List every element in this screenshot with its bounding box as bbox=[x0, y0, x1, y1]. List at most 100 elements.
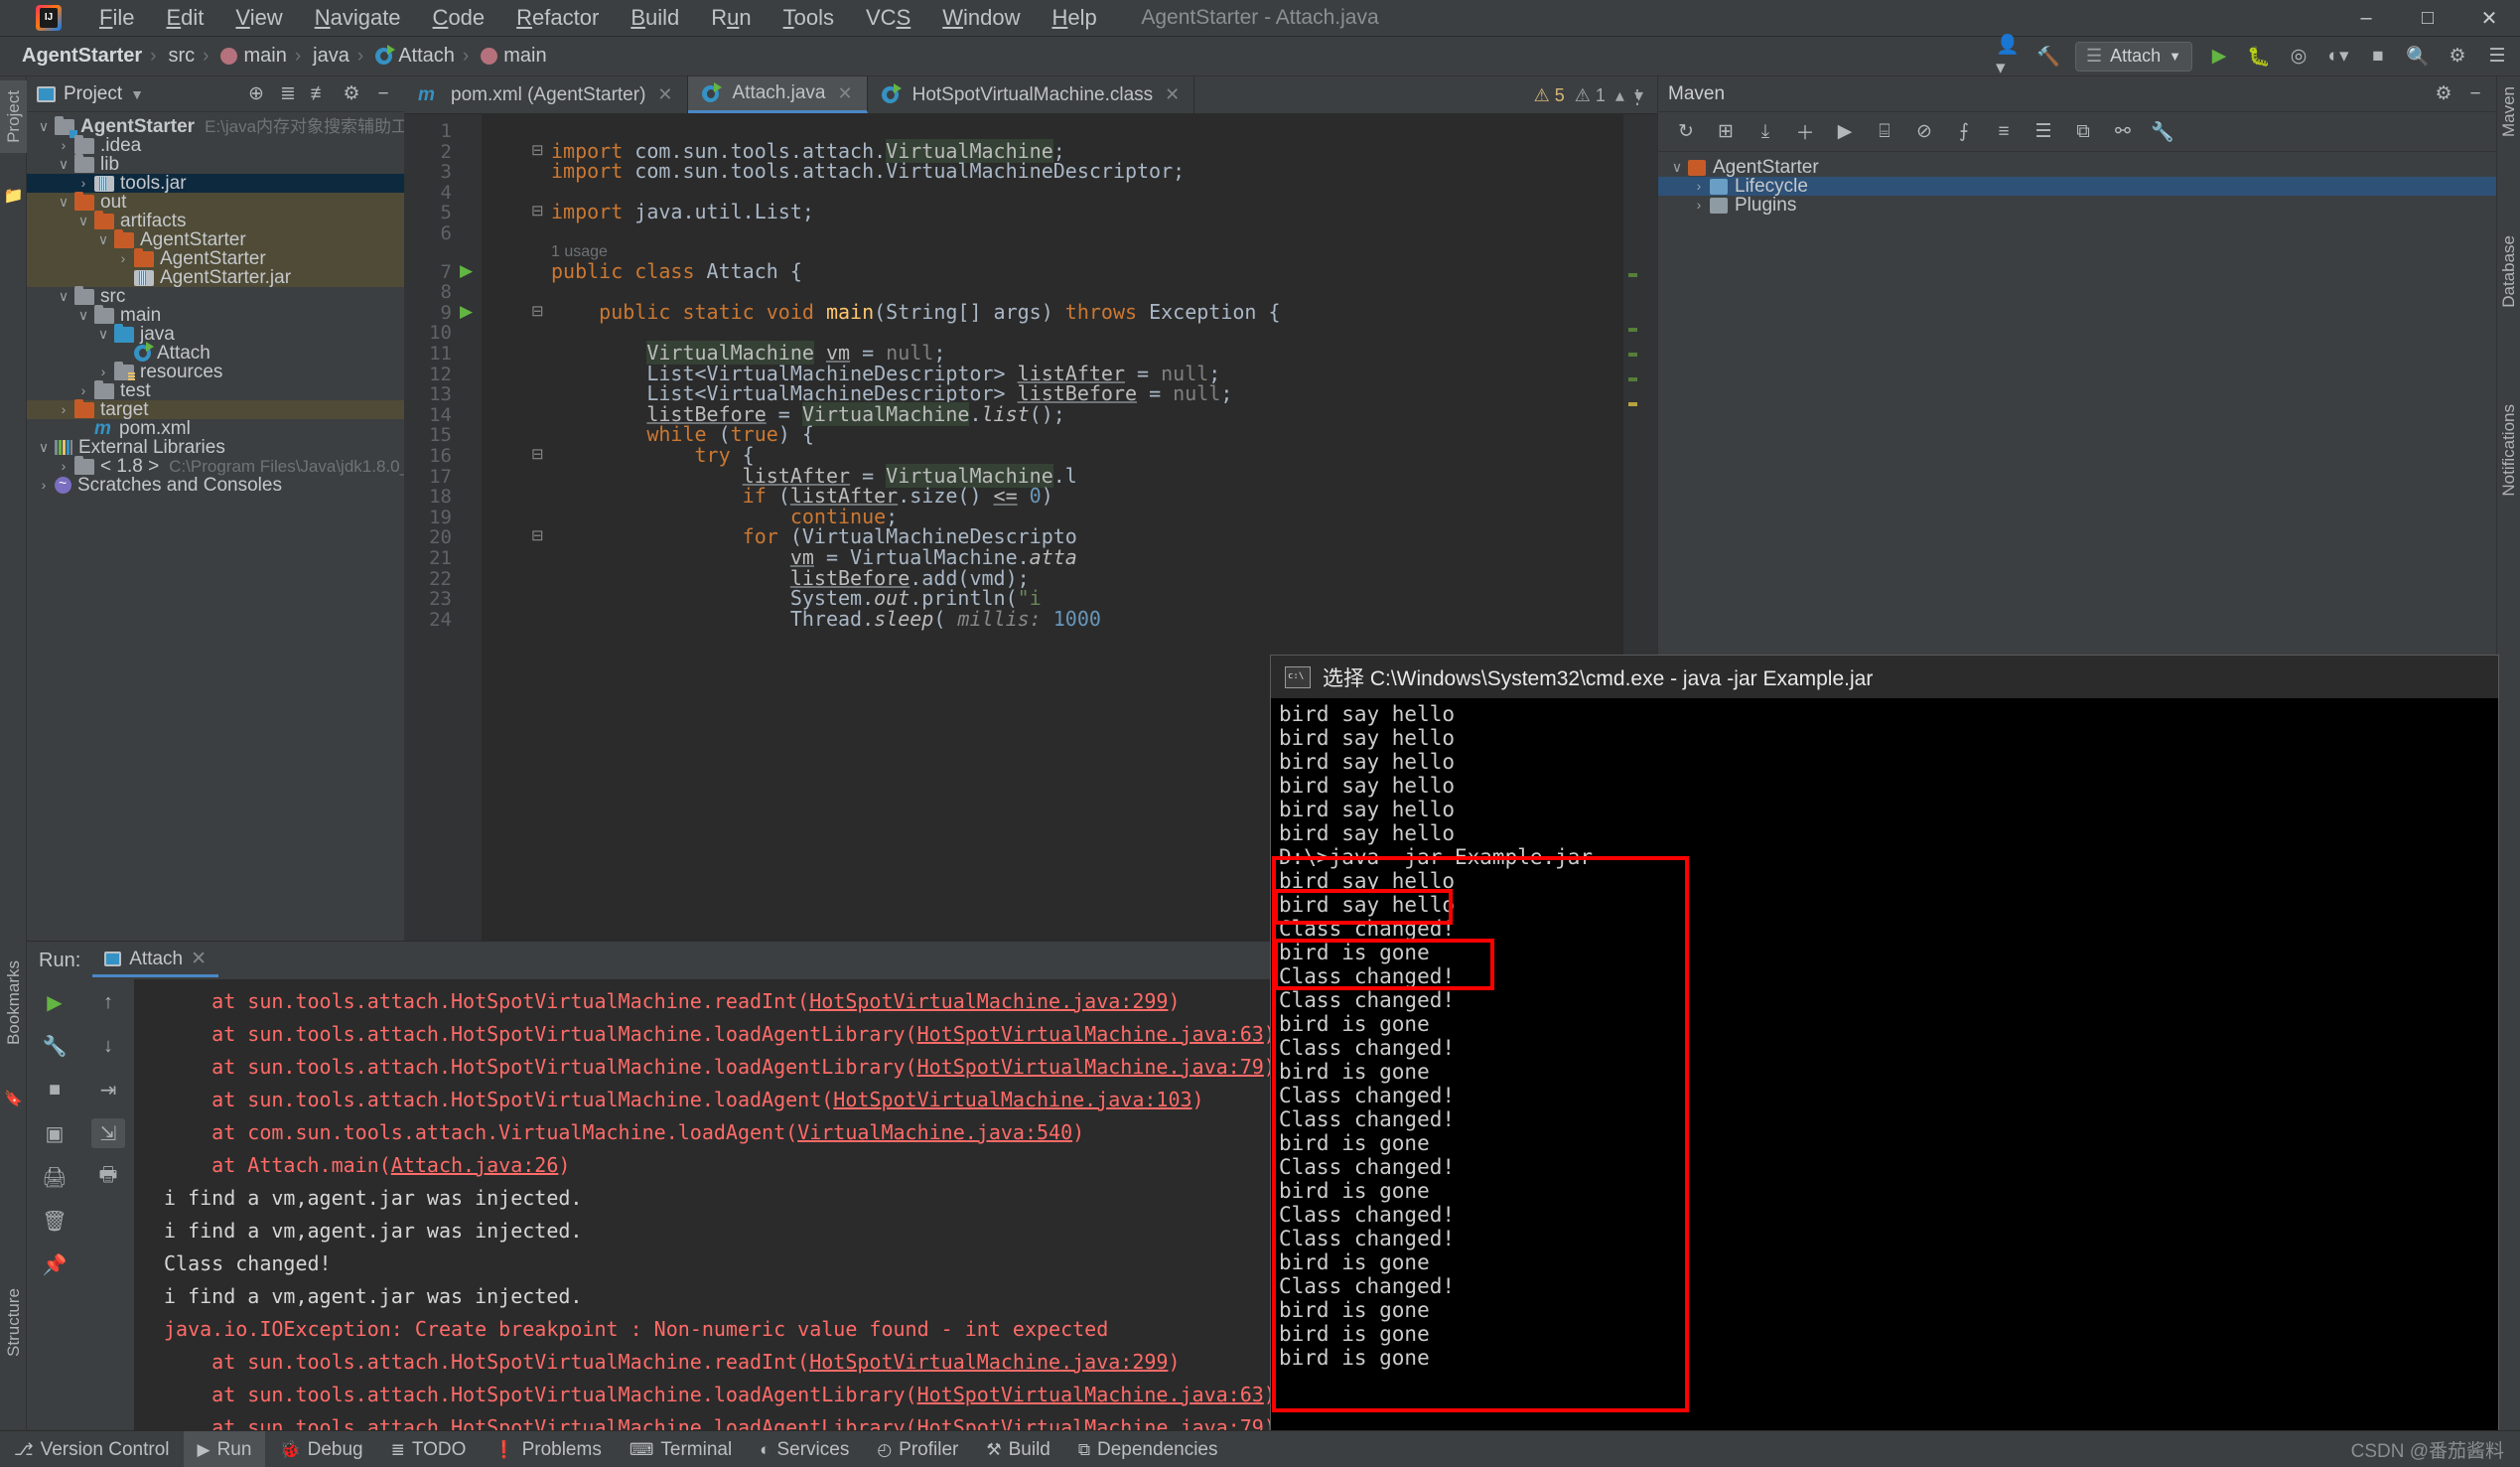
close-button[interactable]: ✕ bbox=[2458, 0, 2520, 37]
tree-item[interactable]: ∨ lib bbox=[27, 153, 404, 174]
expand-icon[interactable]: ☰ bbox=[2030, 118, 2057, 146]
pin-icon[interactable]: 📌 bbox=[38, 1249, 71, 1279]
chevron-down-icon[interactable]: ∨ bbox=[92, 230, 114, 249]
settings-icon[interactable]: ⚙ bbox=[2445, 44, 2470, 70]
chevron-down-icon[interactable]: ∨ bbox=[53, 193, 74, 212]
execute-goal-icon[interactable]: ⌸ bbox=[1871, 118, 1898, 146]
cmd-console-window[interactable]: 选择 C:\Windows\System32\cmd.exe - java -j… bbox=[1271, 656, 2498, 1445]
run-tab-attach[interactable]: Attach ✕ bbox=[92, 944, 219, 977]
toggle-offline-icon[interactable]: ⊘ bbox=[1910, 118, 1938, 146]
gear-icon[interactable]: ⚙ bbox=[339, 81, 364, 107]
tree-item[interactable]: › .idea bbox=[27, 134, 404, 155]
menu-item-file[interactable]: File bbox=[83, 0, 150, 36]
chevron-down-icon[interactable]: ∨ bbox=[53, 287, 74, 306]
hammer-icon[interactable]: 🔨 bbox=[2035, 44, 2061, 70]
chevron-down-icon[interactable]: ∨ bbox=[92, 325, 114, 344]
chevron-right-icon[interactable]: › bbox=[92, 363, 114, 381]
chevron-down-icon[interactable]: ∨ bbox=[72, 212, 94, 230]
settings-wrench-icon[interactable]: 🔧 bbox=[2149, 118, 2176, 146]
menu-item-run[interactable]: Run bbox=[695, 0, 767, 36]
menu-item-refactor[interactable]: Refactor bbox=[500, 0, 615, 36]
menu-item-build[interactable]: Build bbox=[615, 0, 695, 36]
statusbar-item-profiler[interactable]: ◴ Profiler bbox=[863, 1431, 972, 1467]
tool-button-project[interactable]: Project bbox=[0, 80, 27, 153]
chevron-down-icon[interactable]: ∨ bbox=[72, 306, 94, 325]
trash-icon[interactable]: 🗑 bbox=[38, 1206, 71, 1236]
chevron-right-icon[interactable]: › bbox=[112, 249, 134, 268]
coverage-icon[interactable]: ◎ bbox=[2286, 44, 2311, 70]
minimize-button[interactable]: – bbox=[2335, 0, 2397, 37]
breadcrumb-item-attach[interactable]: Attach bbox=[375, 45, 455, 68]
statusbar-item-problems[interactable]: ❗ Problems bbox=[480, 1431, 615, 1467]
chevron-down-icon[interactable]: ▼ bbox=[130, 86, 144, 102]
stacktrace-link[interactable]: HotSpotVirtualMachine.java:103 bbox=[833, 1088, 1191, 1111]
add-icon[interactable]: ＋ bbox=[1791, 118, 1819, 146]
chevron-right-icon[interactable]: › bbox=[33, 476, 55, 495]
stop-icon[interactable]: ■ bbox=[2365, 44, 2391, 70]
chevron-right-icon[interactable]: › bbox=[72, 381, 94, 400]
menu-item-edit[interactable]: Edit bbox=[150, 0, 219, 36]
tree-item[interactable]: ∨ External Libraries bbox=[27, 438, 404, 457]
debug-icon[interactable]: 🐛 bbox=[2246, 44, 2272, 70]
scroll-to-end-icon[interactable]: ⇲ bbox=[91, 1118, 125, 1148]
editor-gutter[interactable]: 1 2 3 4 5 6 7 ▶ 8 9 ▶ 10 11 12 13 14 15 16 17 18 19 20 21 22 23 2… bbox=[404, 114, 482, 941]
expand-all-icon[interactable]: ≣ bbox=[275, 81, 301, 107]
tree-item[interactable]: AgentStarter.jar bbox=[27, 268, 404, 287]
locate-file-icon[interactable]: ⊕ bbox=[243, 81, 269, 107]
gutter-run-icon[interactable]: ▶ bbox=[460, 302, 473, 322]
hamburger-menu-icon[interactable]: ☰ bbox=[2484, 44, 2510, 70]
fold-toggle-icon[interactable]: ⊟ bbox=[531, 445, 544, 463]
statusbar-item-dependencies[interactable]: ⧉ Dependencies bbox=[1064, 1431, 1232, 1467]
tree-item[interactable]: › test bbox=[27, 379, 404, 400]
stacktrace-link[interactable]: HotSpotVirtualMachine.java:63 bbox=[917, 1383, 1264, 1406]
statusbar-item-version-control[interactable]: ⎇ Version Control bbox=[0, 1431, 184, 1467]
tree-item[interactable]: › < 1.8 > C:\Program Files\Java\jdk1.8.0_2… bbox=[27, 455, 437, 476]
wrench-icon[interactable]: 🔧 bbox=[38, 1031, 71, 1061]
bookmark-icon[interactable]: 🔖 bbox=[0, 1090, 27, 1107]
tree-item[interactable]: ∨ artifacts bbox=[27, 210, 404, 230]
dump-threads-icon[interactable]: ▣ bbox=[38, 1118, 71, 1148]
stacktrace-link[interactable]: VirtualMachine.java:540 bbox=[797, 1120, 1072, 1144]
tree-item[interactable]: Attach bbox=[27, 342, 404, 363]
statusbar-item-debug[interactable]: 🐞 Debug bbox=[265, 1431, 376, 1467]
down-arrow-icon[interactable]: ↓ bbox=[91, 1031, 125, 1061]
tree-item[interactable]: ∨ out bbox=[27, 191, 404, 212]
next-issue-icon[interactable]: ▾ bbox=[1634, 85, 1643, 106]
chevron-down-icon[interactable]: ∨ bbox=[33, 438, 55, 457]
maven-tree-item[interactable]: ∨ AgentStarter bbox=[1658, 158, 2496, 177]
tree-item[interactable]: m pom.xml bbox=[27, 419, 404, 438]
chevron-right-icon[interactable]: › bbox=[53, 136, 74, 155]
tree-item[interactable]: ∨ main bbox=[27, 304, 404, 325]
tree-item[interactable]: ∨ java bbox=[27, 323, 404, 344]
chevron-right-icon[interactable]: › bbox=[72, 174, 94, 193]
tool-button-bookmarks[interactable]: Bookmarks bbox=[0, 951, 27, 1055]
user-avatar-icon[interactable]: 👤▾ bbox=[1996, 35, 2022, 78]
tree-item[interactable]: › target bbox=[27, 398, 404, 419]
hide-panel-icon[interactable]: − bbox=[2462, 81, 2488, 107]
chevron-right-icon[interactable]: › bbox=[1688, 196, 1710, 215]
stacktrace-link[interactable]: HotSpotVirtualMachine.java:299 bbox=[809, 1350, 1168, 1374]
statusbar-item-run[interactable]: ▶ Run bbox=[183, 1430, 266, 1467]
previous-issue-icon[interactable]: ▴ bbox=[1615, 85, 1624, 106]
chevron-right-icon[interactable]: › bbox=[53, 400, 74, 419]
menu-item-help[interactable]: Help bbox=[1037, 0, 1113, 36]
statusbar-item-todo[interactable]: ≣ TODO bbox=[377, 1431, 481, 1467]
soft-wrap-icon[interactable]: ⇥ bbox=[91, 1075, 125, 1104]
collapse-icon[interactable]: ≡ bbox=[1990, 118, 2018, 146]
fold-toggle-icon[interactable]: ⊟ bbox=[531, 526, 544, 544]
chevron-down-icon[interactable]: ∨ bbox=[1666, 158, 1688, 177]
project-files-icon[interactable]: 📁 bbox=[0, 186, 27, 206]
breadcrumb-item-main[interactable]: main bbox=[481, 45, 547, 68]
print-icon2[interactable]: 🖶 bbox=[91, 1162, 125, 1192]
tree-item[interactable]: › resources bbox=[27, 361, 404, 381]
stacktrace-link[interactable]: HotSpotVirtualMachine.java:79 bbox=[917, 1055, 1264, 1079]
print-icon[interactable]: 🖨 bbox=[38, 1162, 71, 1192]
menu-item-navigate[interactable]: Navigate bbox=[299, 0, 417, 36]
hide-panel-icon[interactable]: − bbox=[370, 81, 396, 107]
chevron-right-icon[interactable]: › bbox=[1688, 177, 1710, 196]
breadcrumb-item-java[interactable]: java bbox=[313, 45, 350, 68]
tree-item[interactable]: ∨ AgentStarter bbox=[27, 228, 404, 249]
warning-count[interactable]: ⚠ 5 bbox=[1534, 85, 1565, 106]
fold-toggle-icon[interactable]: ⊟ bbox=[531, 141, 544, 159]
menu-item-tools[interactable]: Tools bbox=[768, 0, 850, 36]
